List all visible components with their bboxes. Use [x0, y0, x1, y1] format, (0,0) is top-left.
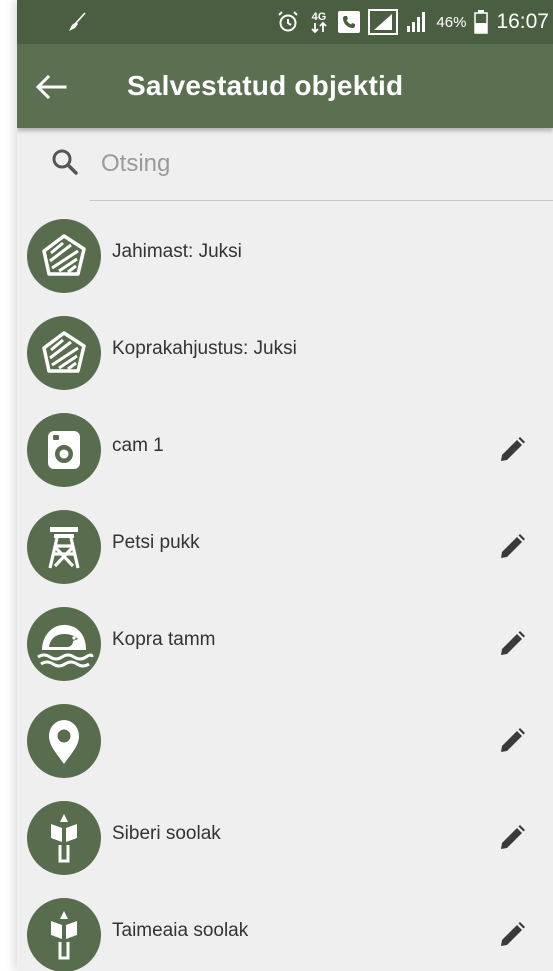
item-label: Jahimast: Juksi [112, 241, 242, 262]
list-item[interactable] [17, 688, 553, 785]
salt-lick-icon [27, 801, 101, 875]
list-item[interactable]: Koprakahjustus: Juksi [17, 300, 553, 397]
edit-icon[interactable] [497, 920, 527, 950]
phone-icon [338, 11, 361, 33]
item-label: cam 1 [112, 435, 164, 456]
edit-icon[interactable] [497, 823, 527, 853]
edit-icon[interactable] [497, 629, 527, 659]
clock-time: 16:07 [496, 10, 549, 33]
battery-percent: 46% [436, 13, 467, 31]
list-item[interactable]: cam 1 [17, 397, 553, 494]
beaver-dam-icon [27, 607, 101, 681]
status-bar: 4G 46% 16:07 [17, 0, 553, 44]
arrow-left-icon[interactable] [33, 72, 69, 102]
hunting-area-icon [27, 219, 101, 293]
list-item[interactable]: Kopra tamm [17, 591, 553, 688]
search-underline [90, 200, 553, 201]
hunting-tower-icon [27, 510, 101, 584]
app-screen: 4G 46% 16:07 Salvestatud objektid Otsing… [17, 0, 553, 971]
map-pin-icon [27, 704, 101, 778]
list-item[interactable]: Siberi soolak [17, 785, 553, 882]
edit-icon[interactable] [497, 435, 527, 465]
item-label: Siberi soolak [112, 823, 221, 844]
page-title: Salvestatud objektid [127, 70, 404, 101]
list-item[interactable]: Taimeaia soolak [17, 882, 553, 971]
network-4g-icon: 4G [311, 11, 328, 34]
signal-icon [407, 12, 426, 32]
alarm-icon [278, 11, 299, 32]
app-bar: Salvestatud objektid [17, 44, 553, 128]
camera-icon [27, 413, 101, 487]
edit-icon[interactable] [497, 532, 527, 562]
battery-icon [474, 10, 489, 34]
item-label: Taimeaia soolak [112, 920, 249, 941]
saved-objects-list: Jahimast: Juksi Koprakahjustus: Juksi ca… [17, 203, 553, 971]
search-bar [17, 128, 553, 202]
search-icon [52, 149, 78, 175]
item-label: Koprakahjustus: Juksi [112, 338, 297, 359]
signal-icon [368, 9, 399, 35]
list-item[interactable]: Petsi pukk [17, 494, 553, 591]
salt-lick-icon [27, 898, 101, 971]
search-input[interactable] [101, 146, 521, 182]
network-label: 4G [312, 11, 327, 23]
item-label: Petsi pukk [112, 532, 200, 553]
broom-icon [69, 12, 86, 31]
status-icons: 4G 46% 16:07 [276, 0, 549, 44]
edit-icon[interactable] [497, 726, 527, 756]
list-item[interactable]: Jahimast: Juksi [17, 203, 553, 300]
item-label: Kopra tamm [112, 629, 216, 650]
beaver-damage-icon [27, 316, 101, 390]
